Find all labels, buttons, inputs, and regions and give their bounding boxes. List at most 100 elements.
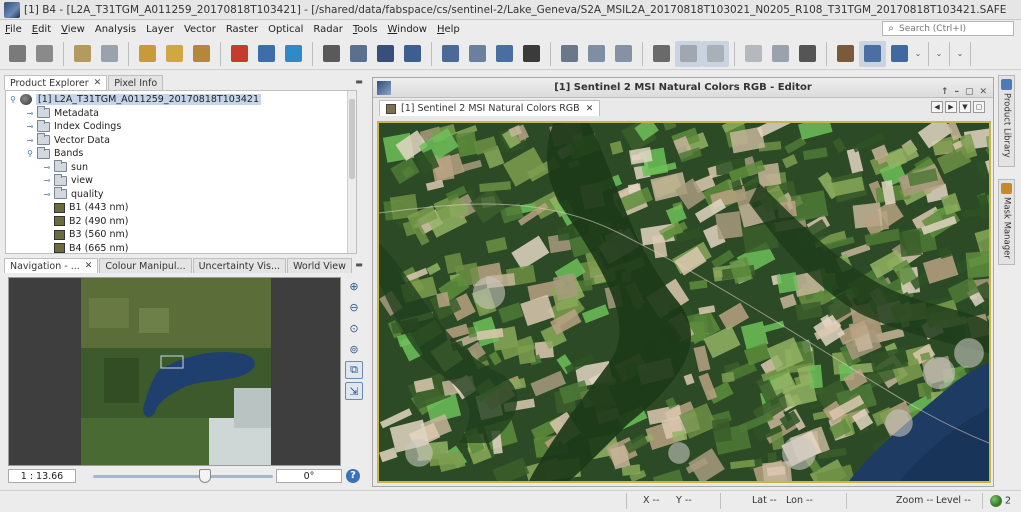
pixel-info-button[interactable] xyxy=(767,41,794,67)
pan-tool-button[interactable] xyxy=(832,41,859,67)
expand-icon[interactable]: ⊸ xyxy=(25,109,35,118)
expand-icon[interactable]: ⊸ xyxy=(25,136,35,145)
pin-tool-button[interactable] xyxy=(886,41,913,67)
close-icon[interactable]: ✕ xyxy=(586,104,594,114)
zoom-tool-button[interactable] xyxy=(859,40,886,67)
band-node[interactable]: B3 (560 nm) xyxy=(42,228,128,241)
zoom-slider[interactable] xyxy=(93,475,273,478)
rotation-field[interactable]: 0° xyxy=(276,469,342,483)
folder-node[interactable]: ⊸ quality xyxy=(42,187,104,201)
select-tool-button[interactable] xyxy=(794,41,821,67)
more-tools-dropdown[interactable]: ⌄ xyxy=(913,41,923,67)
folder-node[interactable]: ⊸ Vector Data xyxy=(25,133,110,147)
menu-layer[interactable]: Layer xyxy=(141,24,179,35)
folder-node[interactable]: ⊸ Metadata xyxy=(25,106,99,120)
satellite-image-view[interactable] xyxy=(377,121,991,483)
tab-list-icon[interactable]: ▼ xyxy=(959,101,971,113)
graph-builder-button[interactable] xyxy=(280,41,307,67)
sync-views-icon[interactable]: ⧉ xyxy=(345,361,363,379)
tab-uncertainty-visualisation[interactable]: Uncertainty Vis... xyxy=(192,258,287,273)
import-button[interactable] xyxy=(134,41,161,67)
band-node[interactable]: B2 (490 nm) xyxy=(42,215,128,228)
save-product-button[interactable] xyxy=(31,41,58,67)
close-icon[interactable]: ✕ xyxy=(85,261,93,271)
collapse-icon[interactable]: ⚲ xyxy=(25,149,35,158)
expand-icon[interactable]: ⊸ xyxy=(25,122,35,131)
scatter-plot-button[interactable] xyxy=(464,41,491,67)
close-icon[interactable]: ✕ xyxy=(94,78,102,88)
menu-file[interactable]: File xyxy=(0,24,27,35)
tab-pixel-info[interactable]: Pixel Info xyxy=(108,75,164,90)
graticule-button[interactable] xyxy=(740,41,767,67)
menu-raster[interactable]: Raster xyxy=(221,24,263,35)
overview-thumbnail[interactable] xyxy=(9,278,341,466)
tab-colour-manipulation[interactable]: Colour Manipul... xyxy=(99,258,192,273)
tab-navigation[interactable]: Navigation - ... ✕ xyxy=(4,258,99,273)
scrollbar-thumb[interactable] xyxy=(349,99,355,179)
collapse-icon[interactable]: ⚲ xyxy=(8,95,18,104)
toolbar-overflow-dropdown[interactable]: ⌄ xyxy=(955,41,965,67)
band-maths-button[interactable] xyxy=(253,41,280,67)
expand-icon[interactable]: ⊸ xyxy=(42,190,52,199)
export-button[interactable] xyxy=(161,41,188,67)
expand-icon[interactable]: ⊸ xyxy=(42,176,52,185)
redo-button[interactable] xyxy=(96,41,123,67)
navigation-overview[interactable] xyxy=(8,277,341,466)
information-button[interactable] xyxy=(437,41,464,67)
menu-tools[interactable]: Tools xyxy=(348,24,383,35)
scroll-right-icon[interactable]: ▶ xyxy=(945,101,957,113)
undo-button[interactable] xyxy=(69,41,96,67)
folder-node[interactable]: ⊸ sun xyxy=(42,160,88,174)
world-status[interactable]: 2 xyxy=(990,495,1011,507)
menu-vector[interactable]: Vector xyxy=(179,24,221,35)
spectrum-button[interactable] xyxy=(318,41,345,67)
zoom-out-icon[interactable]: ⊖ xyxy=(345,298,363,316)
menu-optical[interactable]: Optical xyxy=(263,24,308,35)
menu-help[interactable]: Help xyxy=(432,24,465,35)
color-manip-button[interactable] xyxy=(226,41,253,67)
tab-world-view[interactable]: World View xyxy=(287,258,352,273)
maximize-icon[interactable]: ▢ xyxy=(973,101,985,113)
menu-analysis[interactable]: Analysis xyxy=(90,24,141,35)
sync-cursor-icon[interactable]: ⇲ xyxy=(345,382,363,400)
range-finder-button[interactable] xyxy=(556,41,583,67)
menu-edit[interactable]: Edit xyxy=(27,24,56,35)
sum-button[interactable] xyxy=(518,41,545,67)
open-product-button[interactable] xyxy=(4,41,31,67)
tab-natural-colors-rgb[interactable]: [1] Sentinel 2 MSI Natural Colors RGB ✕ xyxy=(379,100,601,116)
tab-product-explorer[interactable]: Product Explorer ✕ xyxy=(4,75,108,90)
pin-manager-button[interactable] xyxy=(583,41,610,67)
menu-radar[interactable]: Radar xyxy=(308,24,347,35)
search-box[interactable]: ⌕ xyxy=(882,21,1014,36)
menu-window[interactable]: Window xyxy=(383,24,432,35)
folder-node[interactable]: ⊸ Index Codings xyxy=(25,119,121,133)
scroll-left-icon[interactable]: ◀ xyxy=(931,101,943,113)
band-node[interactable]: B1 (443 nm) xyxy=(42,201,128,214)
grid-button[interactable] xyxy=(648,41,675,67)
satellite-image[interactable] xyxy=(379,123,989,481)
zoom-in-icon[interactable]: ⊕ xyxy=(345,277,363,295)
profile-plot-button[interactable] xyxy=(345,41,372,67)
tab-product-library[interactable]: Product Library xyxy=(998,75,1015,167)
search-input[interactable] xyxy=(899,23,1009,34)
minimize-panel-button[interactable]: ▬ xyxy=(353,78,365,88)
zoom-pixel-icon[interactable]: ⊙ xyxy=(345,319,363,337)
expand-icon[interactable]: ⊸ xyxy=(42,163,52,172)
toolbar-overflow-dropdown[interactable]: ⌄ xyxy=(934,41,944,67)
band-node[interactable]: B4 (665 nm) xyxy=(42,242,128,253)
statistics-button[interactable] xyxy=(372,41,399,67)
tab-mask-manager[interactable]: Mask Manager xyxy=(998,179,1015,265)
folder-node[interactable]: ⚲ Bands xyxy=(25,146,83,160)
zoom-all-icon[interactable]: ⊚ xyxy=(345,340,363,358)
product-node[interactable]: ⚲ [1] L2A_T31TGM_A011259_20170818T103421 xyxy=(8,93,262,106)
mask-button[interactable] xyxy=(702,40,729,67)
overlay-button[interactable] xyxy=(675,40,702,67)
menu-view[interactable]: View xyxy=(56,24,90,35)
folder-node[interactable]: ⊸ view xyxy=(42,173,93,187)
gcp-manager-button[interactable] xyxy=(610,41,637,67)
scatter-density-button[interactable] xyxy=(491,41,518,67)
histogram-button[interactable] xyxy=(399,41,426,67)
help-icon[interactable]: ? xyxy=(346,469,360,483)
zoom-slider-knob[interactable] xyxy=(198,469,211,483)
tree-scrollbar[interactable] xyxy=(347,91,356,253)
